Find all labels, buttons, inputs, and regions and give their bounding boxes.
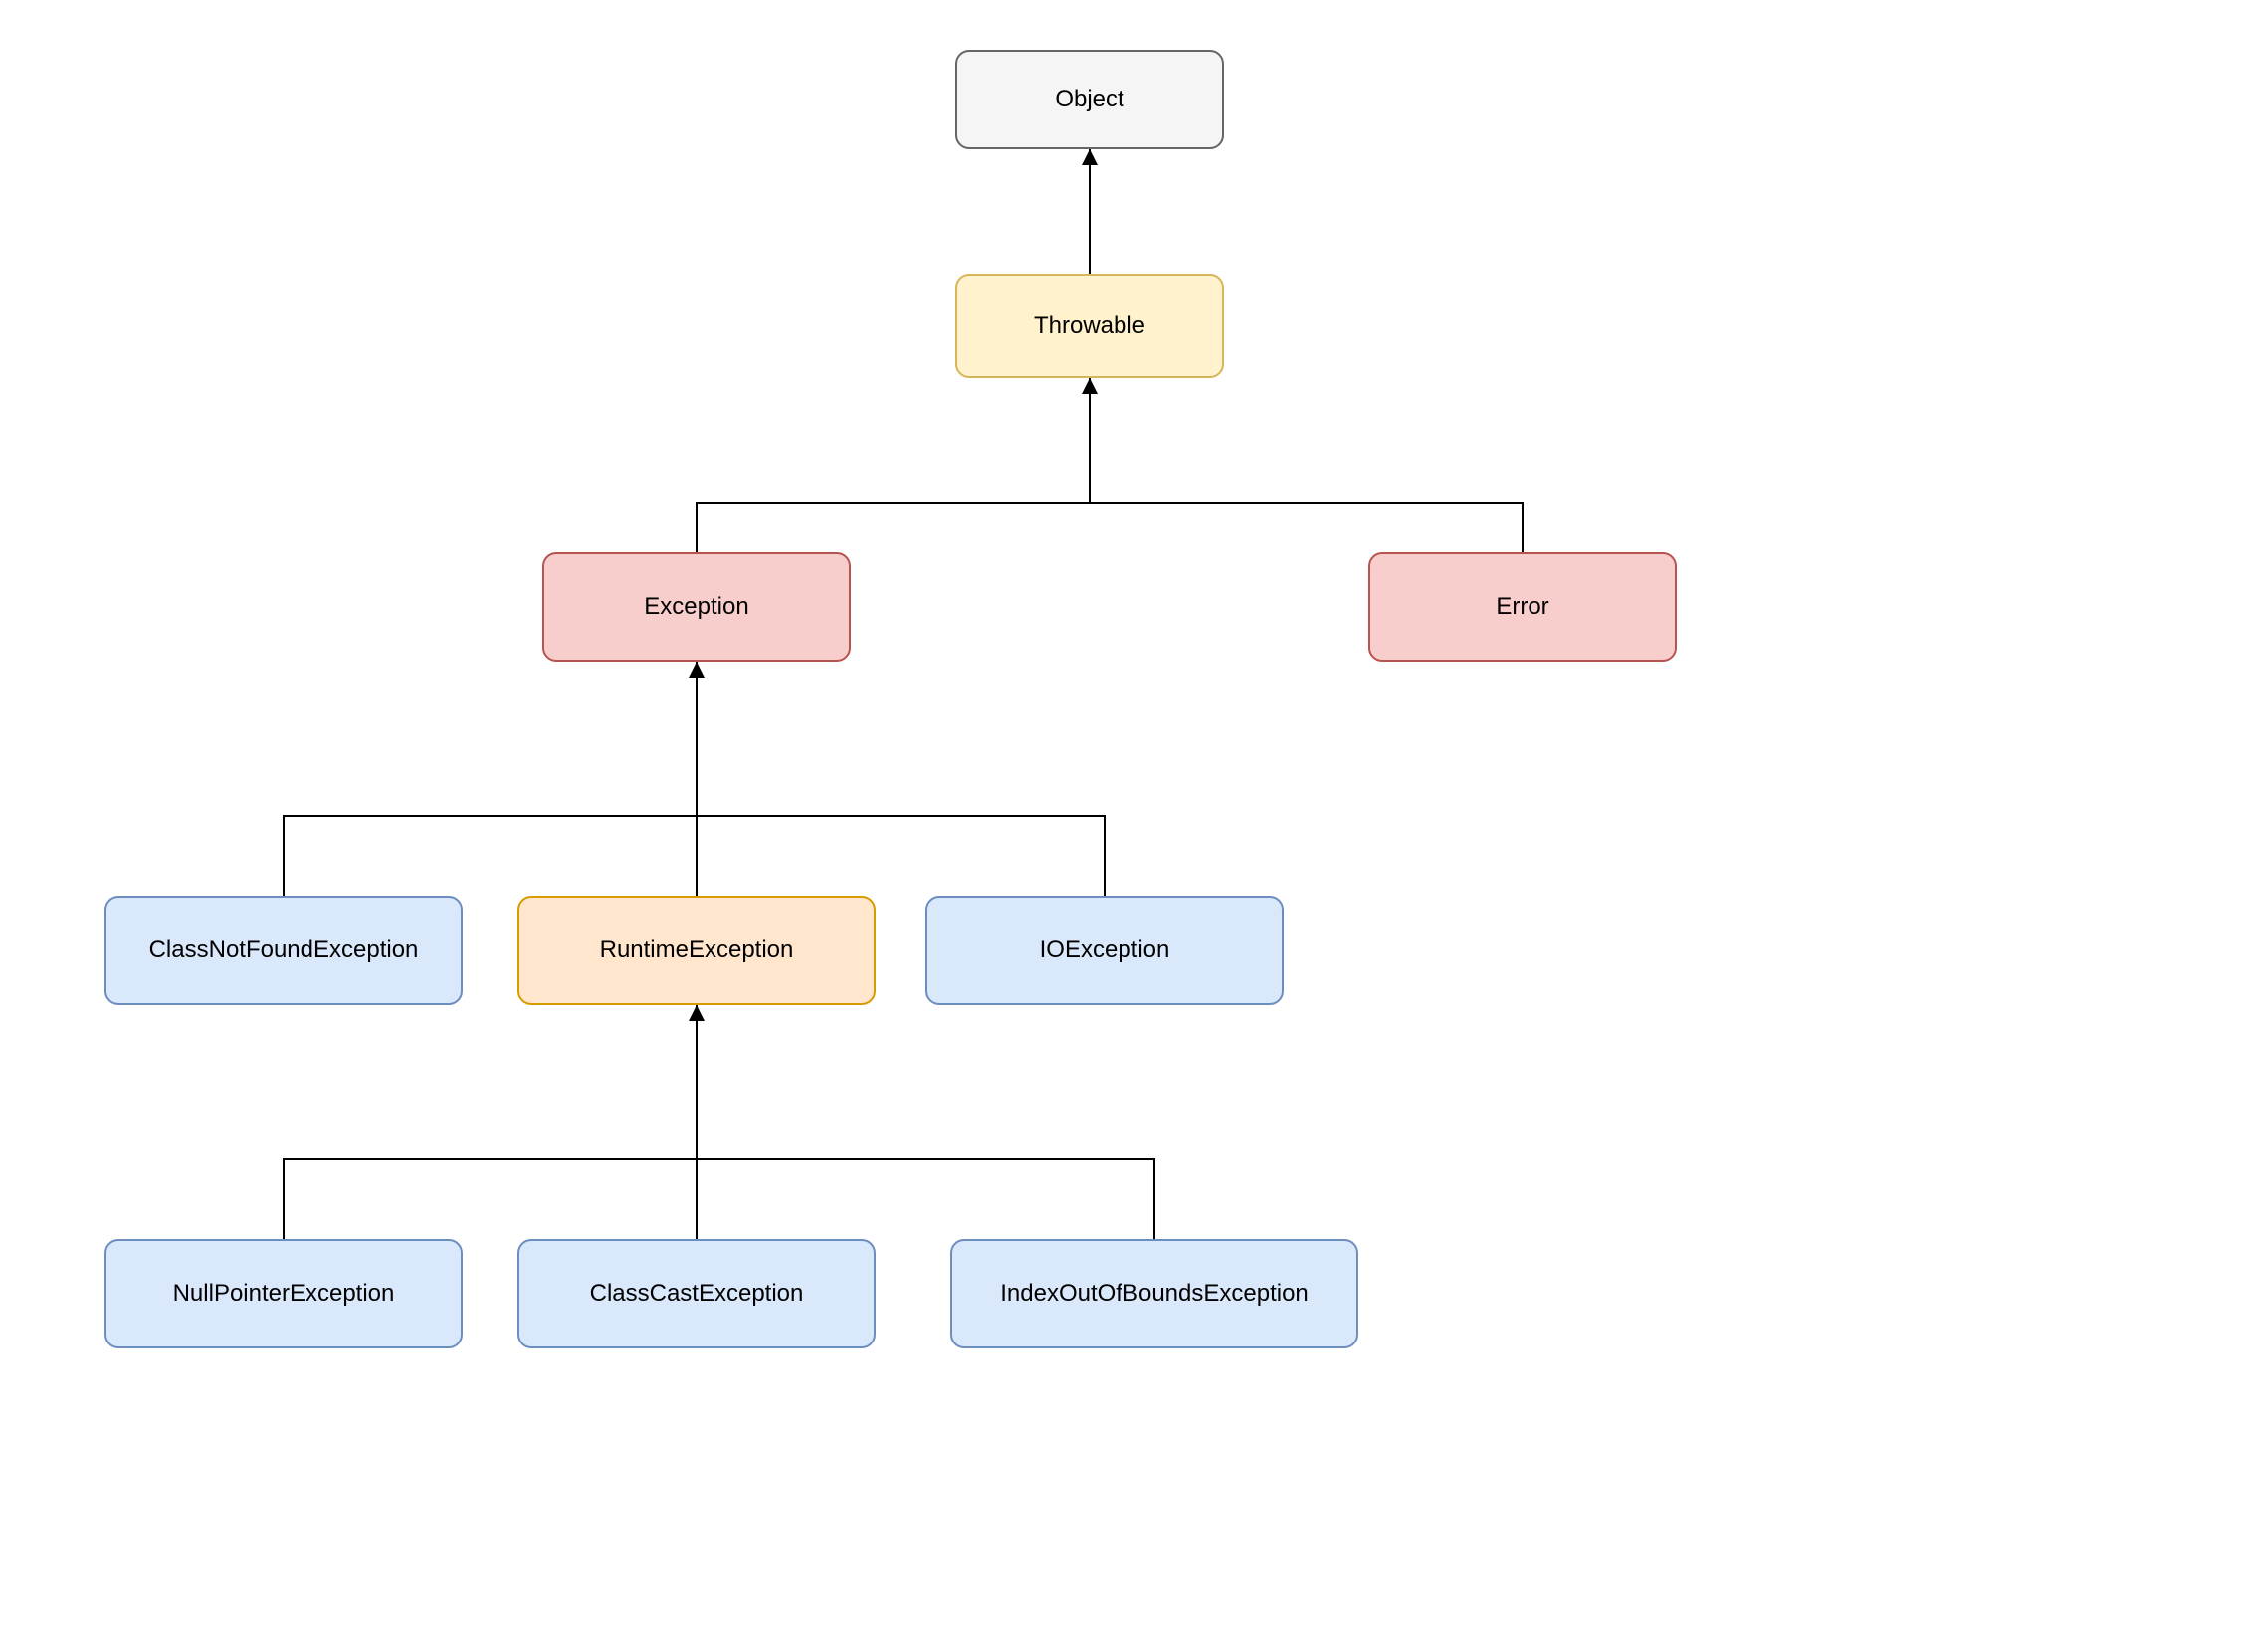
node-object: Object xyxy=(955,50,1224,149)
node-label: IndexOutOfBoundsException xyxy=(1000,1280,1309,1308)
edges-layer xyxy=(0,0,2245,1652)
node-label: IOException xyxy=(1040,936,1170,964)
node-classnotfoundexception: ClassNotFoundException xyxy=(104,896,463,1005)
node-throwable: Throwable xyxy=(955,274,1224,378)
node-classcastexception: ClassCastException xyxy=(517,1239,876,1348)
node-label: Error xyxy=(1496,593,1548,621)
node-label: Throwable xyxy=(1034,312,1145,340)
node-ioexception: IOException xyxy=(925,896,1284,1005)
node-label: RuntimeException xyxy=(600,936,794,964)
node-runtimeexception: RuntimeException xyxy=(517,896,876,1005)
node-indexoutofboundsexception: IndexOutOfBoundsException xyxy=(950,1239,1358,1348)
node-label: Exception xyxy=(644,593,748,621)
node-nullpointerexception: NullPointerException xyxy=(104,1239,463,1348)
node-label: ClassCastException xyxy=(590,1280,804,1308)
node-label: ClassNotFoundException xyxy=(149,936,419,964)
node-exception: Exception xyxy=(542,552,851,662)
diagram-canvas: Object Throwable Exception Error ClassNo… xyxy=(0,0,2245,1652)
node-label: NullPointerException xyxy=(173,1280,395,1308)
node-error: Error xyxy=(1368,552,1677,662)
node-label: Object xyxy=(1055,86,1123,113)
